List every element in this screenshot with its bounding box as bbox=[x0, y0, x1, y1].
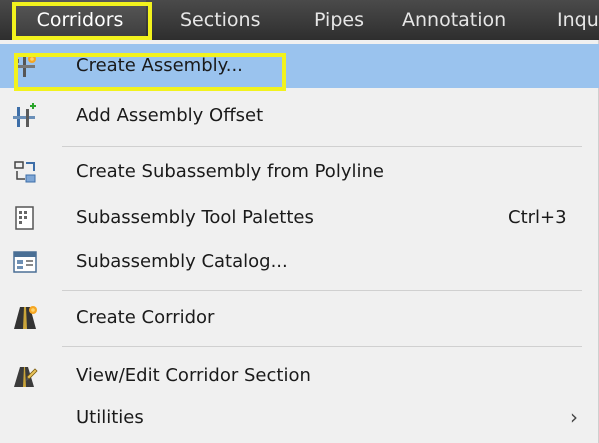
menu-item-label: View/Edit Corridor Section bbox=[76, 365, 311, 386]
menu-item-subassembly-catalog[interactable]: Subassembly Catalog... bbox=[0, 240, 599, 284]
menu-item-create-corridor[interactable]: Create Corridor bbox=[0, 296, 599, 340]
menu-item-label: Utilities bbox=[76, 407, 144, 428]
assembly-icon bbox=[15, 55, 36, 77]
assembly-offset-icon bbox=[13, 103, 36, 127]
menu-separator bbox=[62, 146, 582, 147]
corridor-icon bbox=[14, 306, 37, 329]
menu-pipes[interactable]: Pipes bbox=[314, 0, 364, 40]
menu-item-create-subassembly-polyline[interactable]: Create Subassembly from Polyline bbox=[0, 150, 599, 194]
menu-item-label: Create Corridor bbox=[76, 307, 215, 328]
tool-palette-icon bbox=[15, 206, 34, 230]
menu-item-label: Subassembly Tool Palettes bbox=[76, 207, 314, 228]
menu-item-label: Create Assembly... bbox=[76, 55, 243, 76]
corridor-section-icon bbox=[14, 367, 38, 387]
menu-item-label: Add Assembly Offset bbox=[76, 105, 264, 126]
menu-item-label: Create Subassembly from Polyline bbox=[76, 161, 384, 182]
menu-inquiry[interactable]: Inqu bbox=[557, 0, 599, 40]
menu-separator bbox=[62, 290, 582, 291]
menu-separator bbox=[62, 346, 582, 347]
menu-item-add-assembly-offset[interactable]: Add Assembly Offset bbox=[0, 94, 599, 138]
shortcut-label: Ctrl+3 bbox=[508, 207, 567, 228]
menu-bar: Corridors Sections Pipes Annotation Inqu bbox=[0, 0, 599, 40]
menu-item-subassembly-tool-palettes[interactable]: Subassembly Tool Palettes Ctrl+3 bbox=[0, 196, 599, 240]
catalog-icon bbox=[13, 251, 37, 273]
menu-item-label: Subassembly Catalog... bbox=[76, 251, 288, 272]
menu-item-view-edit-corridor-section[interactable]: View/Edit Corridor Section bbox=[0, 354, 599, 398]
menu-item-create-assembly[interactable]: Create Assembly... bbox=[0, 44, 599, 88]
chevron-right-icon: › bbox=[570, 405, 578, 429]
menu-corridors[interactable]: Corridors bbox=[14, 0, 146, 40]
subassembly-polyline-icon bbox=[14, 161, 36, 183]
menu-item-utilities[interactable]: Utilities › bbox=[0, 396, 599, 440]
corridors-dropdown-menu: Create Assembly... Add Assembly Offset C… bbox=[0, 40, 599, 443]
menu-sections[interactable]: Sections bbox=[180, 0, 261, 40]
menu-annotation[interactable]: Annotation bbox=[402, 0, 506, 40]
